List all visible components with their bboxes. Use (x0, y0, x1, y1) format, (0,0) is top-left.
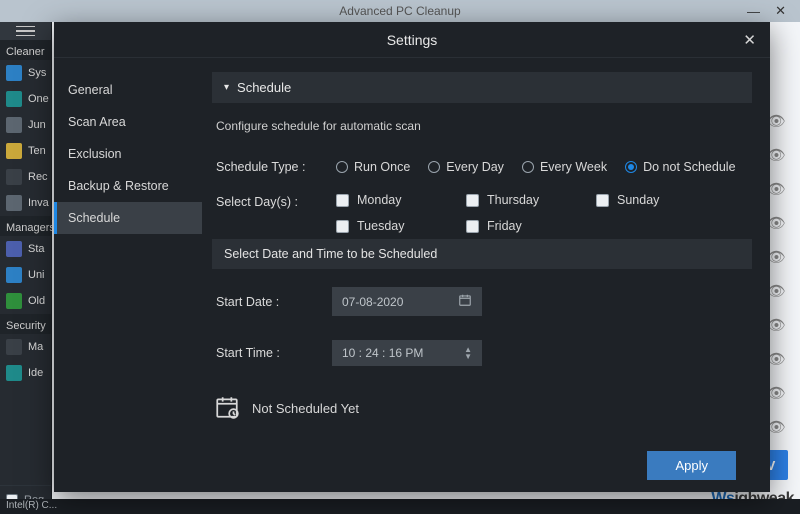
folder-icon (6, 143, 22, 159)
sidebar-item-one[interactable]: One (0, 86, 51, 112)
left-sidebar: Cleaner Sys One Jun Ten Rec Inva Manager… (0, 22, 52, 514)
radio-do-not-schedule[interactable]: Do not Schedule (625, 160, 735, 174)
sidebar-item-sta[interactable]: Sta (0, 236, 51, 262)
sidebar-item-old[interactable]: Old (0, 288, 51, 314)
dialog-footer: Apply (212, 445, 752, 492)
globe-icon (6, 91, 22, 107)
sidebar-item-ten[interactable]: Ten (0, 138, 51, 164)
spinner-icon[interactable]: ▲▼ (464, 346, 472, 360)
calendar-status-icon (214, 394, 240, 423)
schedule-type-group: Run Once Every Day Every Week Do not Sch… (336, 160, 736, 174)
start-time-value: 10 : 24 : 16 PM (342, 346, 423, 360)
sidebar-item-jun[interactable]: Jun (0, 112, 51, 138)
section-title: Schedule (237, 80, 291, 95)
close-icon[interactable]: ✕ (743, 31, 756, 49)
datetime-header: Select Date and Time to be Scheduled (212, 239, 752, 269)
sidebar-item-sys[interactable]: Sys (0, 60, 51, 86)
sidebar-item-inva[interactable]: Inva (0, 190, 51, 216)
sidebar-item-ide[interactable]: Ide (0, 360, 51, 386)
sidebar-category-cleaner: Cleaner (0, 40, 51, 60)
sidebar-category-managers: Managers (0, 216, 51, 236)
section-header-schedule[interactable]: ▾ Schedule (212, 72, 752, 103)
calendar-icon[interactable] (458, 293, 472, 310)
recycle-icon (6, 169, 22, 185)
monitor-icon (6, 65, 22, 81)
radio-every-week[interactable]: Every Week (522, 160, 607, 174)
dialog-content: ▾ Schedule Configure schedule for automa… (202, 58, 770, 492)
checkbox-icon (596, 194, 609, 207)
start-time-row: Start Time : 10 : 24 : 16 PM ▲▼ (212, 334, 752, 372)
minimize-icon[interactable]: — (747, 4, 760, 19)
radio-icon (625, 161, 637, 173)
app-title-bar: Advanced PC Cleanup — ✕ (0, 0, 800, 22)
dialog-header: Settings ✕ (54, 22, 770, 58)
settings-dialog: Settings ✕ General Scan Area Exclusion B… (54, 22, 770, 492)
radio-icon (428, 161, 440, 173)
chevron-down-icon: ▾ (224, 82, 229, 93)
nav-item-general[interactable]: General (54, 74, 202, 106)
schedule-status-row: Not Scheduled Yet (212, 384, 752, 433)
nav-item-backup-restore[interactable]: Backup & Restore (54, 170, 202, 202)
nav-item-schedule[interactable]: Schedule (54, 202, 202, 234)
select-days-row: Select Day(s) : Monday Thursday Sunday T… (212, 193, 752, 221)
day-friday[interactable]: Friday (466, 219, 596, 233)
schedule-type-label: Schedule Type : (216, 160, 326, 174)
radio-icon (522, 161, 534, 173)
app-close-icon[interactable]: ✕ (775, 3, 786, 19)
dialog-nav: General Scan Area Exclusion Backup & Res… (54, 58, 202, 492)
app-title: Advanced PC Cleanup (339, 4, 460, 18)
shield-icon (6, 339, 22, 355)
day-tuesday[interactable]: Tuesday (336, 219, 466, 233)
link-icon (6, 195, 22, 211)
sidebar-item-uni[interactable]: Uni (0, 262, 51, 288)
start-date-value: 07-08-2020 (342, 295, 403, 309)
schedule-type-row: Schedule Type : Run Once Every Day Every… (212, 153, 752, 181)
day-thursday[interactable]: Thursday (466, 193, 596, 207)
radio-every-day[interactable]: Every Day (428, 160, 504, 174)
select-days-label: Select Day(s) : (216, 193, 326, 209)
dialog-title: Settings (387, 32, 438, 48)
start-time-label: Start Time : (216, 346, 316, 360)
hamburger-icon[interactable] (0, 22, 51, 40)
start-date-label: Start Date : (216, 295, 316, 309)
sidebar-item-rec[interactable]: Rec (0, 164, 51, 190)
download-icon (6, 293, 22, 309)
checkbox-icon (466, 194, 479, 207)
nav-item-exclusion[interactable]: Exclusion (54, 138, 202, 170)
checkbox-icon (466, 220, 479, 233)
nav-item-scan-area[interactable]: Scan Area (54, 106, 202, 138)
sidebar-category-security: Security (0, 314, 51, 334)
section-subtitle: Configure schedule for automatic scan (212, 115, 752, 141)
radio-run-once[interactable]: Run Once (336, 160, 410, 174)
checkbox-icon (336, 220, 349, 233)
day-monday[interactable]: Monday (336, 193, 466, 207)
uninstall-icon (6, 267, 22, 283)
apply-button[interactable]: Apply (647, 451, 736, 480)
start-date-row: Start Date : 07-08-2020 (212, 281, 752, 322)
day-sunday[interactable]: Sunday (596, 193, 726, 207)
start-date-field[interactable]: 07-08-2020 (332, 287, 482, 316)
startup-icon (6, 241, 22, 257)
trash-icon (6, 117, 22, 133)
schedule-status-text: Not Scheduled Yet (252, 401, 359, 416)
sidebar-item-ma[interactable]: Ma (0, 334, 51, 360)
checkbox-icon (336, 194, 349, 207)
radio-icon (336, 161, 348, 173)
identity-icon (6, 365, 22, 381)
start-time-field[interactable]: 10 : 24 : 16 PM ▲▼ (332, 340, 482, 366)
status-bar: Intel(R) C... (0, 499, 800, 514)
